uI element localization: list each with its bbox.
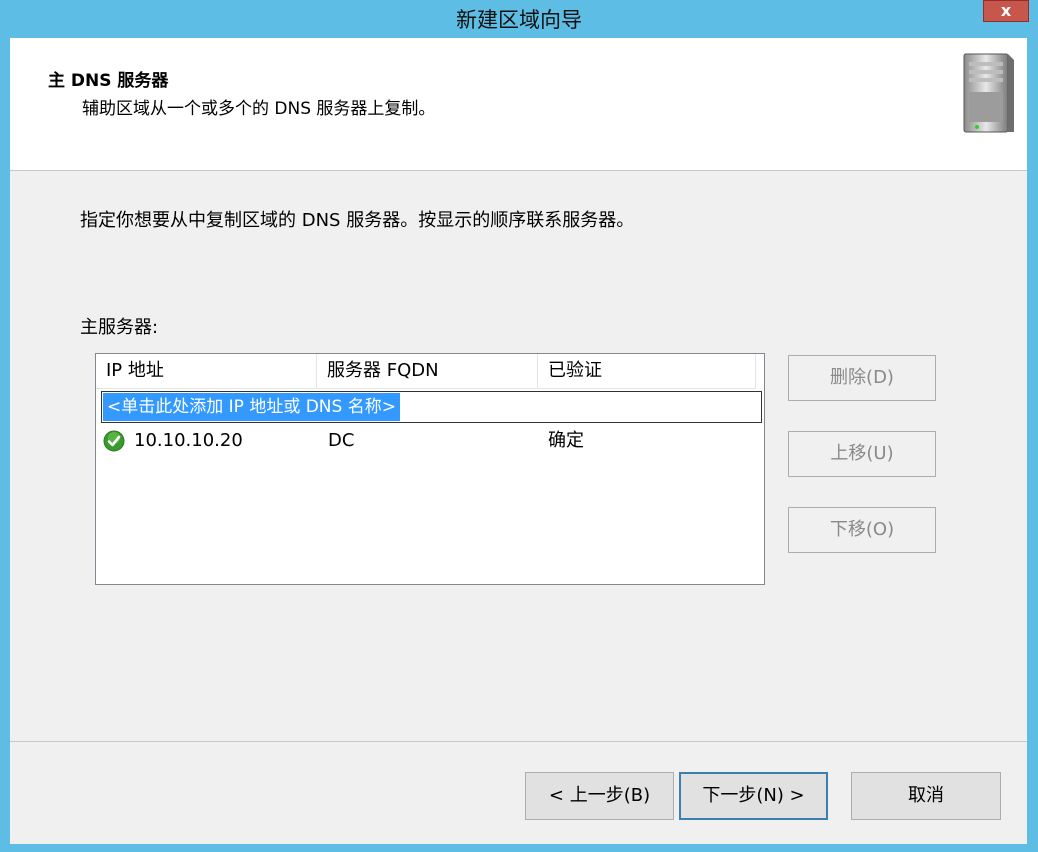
wizard-header: 主 DNS 服务器 辅助区域从一个或多个的 DNS 服务器上复制。 <box>10 38 1027 171</box>
next-button[interactable]: 下一步(N) > <box>679 772 828 820</box>
move-up-button[interactable]: 上移(U) <box>788 431 936 477</box>
title-bar[interactable]: 新建区域向导 x <box>0 0 1038 38</box>
wizard-content: 指定你想要从中复制区域的 DNS 服务器。按显示的顺序联系服务器。 主服务器: … <box>10 171 1027 741</box>
page-subtitle: 辅助区域从一个或多个的 DNS 服务器上复制。 <box>82 99 436 119</box>
window-title: 新建区域向导 <box>456 8 582 32</box>
table-row[interactable]: 10.10.10.20 DC 确定 <box>96 426 756 456</box>
wizard-footer: < 上一步(B) 下一步(N) > 取消 <box>10 741 1027 844</box>
move-down-button[interactable]: 下移(O) <box>788 507 936 553</box>
cell-ip: 10.10.10.20 <box>134 430 243 451</box>
back-button[interactable]: < 上一步(B) <box>525 772 674 820</box>
master-servers-list[interactable]: IP 地址 服务器 FQDN 已验证 <单击此处添加 IP 地址或 DNS 名称… <box>95 353 765 585</box>
column-verified[interactable]: 已验证 <box>538 354 756 388</box>
server-icon <box>963 53 1014 133</box>
column-ip-address[interactable]: IP 地址 <box>96 354 317 388</box>
cancel-button[interactable]: 取消 <box>851 772 1001 820</box>
column-server-fqdn[interactable]: 服务器 FQDN <box>317 354 538 388</box>
add-server-input[interactable]: <单击此处添加 IP 地址或 DNS 名称> <box>101 391 762 423</box>
check-circle-icon <box>103 430 125 452</box>
close-button[interactable]: x <box>983 0 1029 22</box>
cell-verified: 确定 <box>548 430 584 451</box>
delete-button[interactable]: 删除(D) <box>788 355 936 401</box>
wizard-window: 新建区域向导 x 主 DNS 服务器 辅助区域从一个或多个的 DNS 服务器上复… <box>0 0 1038 852</box>
page-title: 主 DNS 服务器 <box>48 71 169 91</box>
instruction-text: 指定你想要从中复制区域的 DNS 服务器。按显示的顺序联系服务器。 <box>80 210 635 231</box>
master-servers-label: 主服务器: <box>80 317 159 338</box>
list-header: IP 地址 服务器 FQDN 已验证 <box>96 354 756 389</box>
cell-fqdn: DC <box>328 430 355 451</box>
add-server-placeholder[interactable]: <单击此处添加 IP 地址或 DNS 名称> <box>103 393 400 421</box>
